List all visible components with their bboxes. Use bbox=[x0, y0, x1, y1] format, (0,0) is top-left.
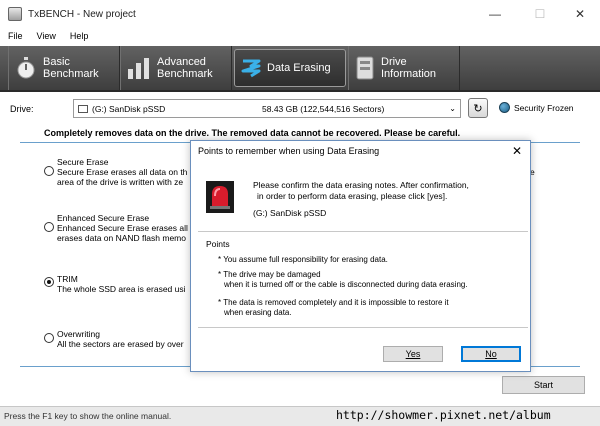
dialog-separator bbox=[198, 231, 528, 232]
advanced-benchmark-label-2: Benchmark bbox=[157, 68, 213, 80]
chevron-down-icon: ⌄ bbox=[449, 104, 456, 113]
toolbar: Basic Benchmark Advanced Benchmark Data Er… bbox=[0, 46, 600, 92]
security-status-icon bbox=[499, 102, 510, 113]
enhanced-secure-erase-desc-1: Enhanced Secure Erase erases all bbox=[57, 223, 188, 233]
menu-file[interactable]: File bbox=[2, 31, 29, 41]
dialog-message-line-2: in order to perform data erasing, please… bbox=[257, 191, 448, 201]
point-3: * The data is removed completely and it … bbox=[218, 298, 449, 318]
refresh-button[interactable]: ↻ bbox=[468, 98, 488, 118]
warning-siren-icon bbox=[206, 181, 234, 213]
yes-button[interactable]: Yes bbox=[383, 346, 443, 362]
secure-erase-title: Secure Erase bbox=[57, 157, 109, 167]
menu-help[interactable]: Help bbox=[64, 31, 95, 41]
data-erasing-label: Data Erasing bbox=[267, 62, 331, 74]
point-2-line-1: * The drive may be damaged bbox=[218, 270, 321, 279]
drive-select[interactable]: (G:) SanDisk pSSD 58.43 GB (122,544,516 … bbox=[73, 99, 461, 118]
drive-small-icon bbox=[78, 104, 88, 113]
points-dialog: Points to remember when using Data Erasi… bbox=[190, 140, 531, 372]
eraser-icon bbox=[241, 59, 261, 78]
enhanced-secure-erase-title: Enhanced Secure Erase bbox=[57, 213, 150, 223]
drive-information-label-1: Drive bbox=[381, 56, 407, 68]
enhanced-secure-erase-radio[interactable] bbox=[44, 222, 54, 232]
no-button[interactable]: No bbox=[461, 346, 521, 362]
drive-name: (G:) SanDisk pSSD bbox=[92, 103, 166, 114]
overwriting-option[interactable]: Overwriting All the sectors are erased b… bbox=[57, 329, 184, 349]
app-icon bbox=[8, 7, 22, 21]
basic-benchmark-button[interactable]: Basic Benchmark bbox=[8, 46, 120, 90]
point-3-line-1: * The data is removed completely and it … bbox=[218, 298, 449, 307]
bar-chart-icon bbox=[128, 58, 149, 79]
refresh-icon: ↻ bbox=[473, 102, 483, 115]
overwriting-title: Overwriting bbox=[57, 329, 100, 339]
dialog-message: Please confirm the data erasing notes. A… bbox=[253, 180, 469, 202]
dialog-title: Points to remember when using Data Erasi… bbox=[198, 146, 380, 156]
start-button[interactable]: Start bbox=[502, 376, 585, 394]
menu-view[interactable]: View bbox=[31, 31, 62, 41]
data-erasing-button[interactable]: Data Erasing bbox=[234, 49, 346, 87]
enhanced-secure-erase-option[interactable]: Enhanced Secure Erase Enhanced Secure Er… bbox=[57, 213, 188, 243]
minimize-button[interactable]: — bbox=[480, 0, 510, 28]
point-2: * The drive may be damaged when it is tu… bbox=[218, 270, 468, 290]
security-status-label: Security Frozen bbox=[514, 103, 574, 113]
secure-erase-radio[interactable] bbox=[44, 166, 54, 176]
drive-information-label-2: Information bbox=[381, 68, 437, 80]
basic-benchmark-label-2: Benchmark bbox=[43, 68, 99, 80]
dialog-message-line-1: Please confirm the data erasing notes. A… bbox=[253, 180, 469, 190]
dialog-separator-bottom bbox=[198, 327, 528, 328]
dialog-close-icon[interactable]: ✕ bbox=[512, 144, 522, 158]
advanced-benchmark-label-1: Advanced bbox=[157, 56, 206, 68]
title-bar: TxBENCH - New project — ☐ ✕ bbox=[0, 0, 600, 28]
trim-title: TRIM bbox=[57, 274, 78, 284]
close-button[interactable]: ✕ bbox=[565, 0, 595, 28]
maximize-button[interactable]: ☐ bbox=[525, 0, 555, 28]
point-3-line-2: when erasing data. bbox=[224, 308, 292, 317]
overwriting-radio[interactable] bbox=[44, 333, 54, 343]
warning-text: Completely removes data on the drive. Th… bbox=[44, 128, 461, 138]
trim-option[interactable]: TRIM The whole SSD area is erased usi bbox=[57, 274, 186, 294]
enhanced-secure-erase-desc-2: erases data on NAND flash memo bbox=[57, 233, 186, 243]
menu-bar: File View Help bbox=[0, 28, 600, 44]
dialog-drive-name: (G:) SanDisk pSSD bbox=[253, 208, 327, 218]
secure-erase-desc-2: area of the drive is written with ze bbox=[57, 177, 184, 187]
drive-icon bbox=[356, 56, 374, 80]
drive-information-button[interactable]: Drive Information bbox=[348, 46, 460, 90]
drive-size: 58.43 GB (122,544,516 Sectors) bbox=[262, 103, 385, 114]
status-text: Press the F1 key to show the online manu… bbox=[4, 411, 172, 421]
point-2-line-2: when it is turned off or the cable is di… bbox=[224, 280, 468, 289]
basic-benchmark-label-1: Basic bbox=[43, 56, 70, 68]
secure-erase-option[interactable]: Secure Erase Secure Erase erases all dat… bbox=[57, 157, 187, 187]
advanced-benchmark-button[interactable]: Advanced Benchmark bbox=[120, 46, 232, 90]
point-1: * You assume full responsibility for era… bbox=[218, 255, 388, 264]
secure-erase-desc-1: Secure Erase erases all data on th bbox=[57, 167, 188, 177]
trim-desc-1: The whole SSD area is erased usi bbox=[57, 284, 186, 294]
stopwatch-icon bbox=[17, 57, 35, 79]
overwriting-desc-1: All the sectors are erased by over bbox=[57, 339, 184, 349]
watermark-text: http://showmer.pixnet.net/album bbox=[336, 408, 551, 422]
window-title: TxBENCH - New project bbox=[28, 8, 136, 20]
trim-radio[interactable] bbox=[44, 277, 54, 287]
drive-label: Drive: bbox=[10, 104, 34, 114]
points-title: Points bbox=[206, 239, 230, 249]
